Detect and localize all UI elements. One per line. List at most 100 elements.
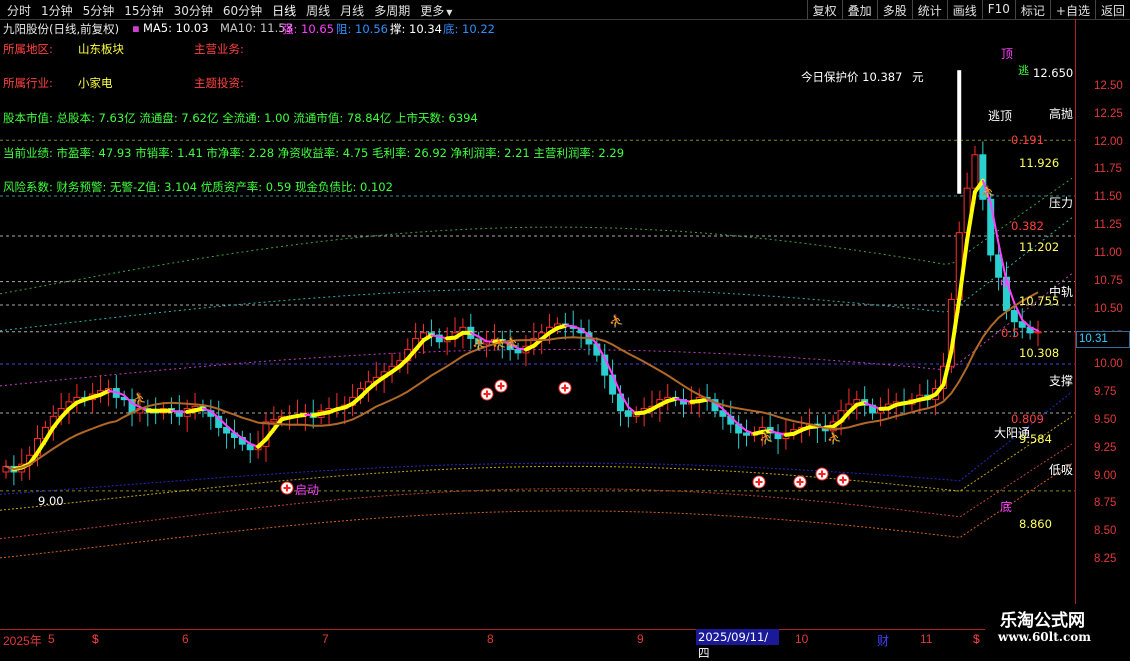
month-9: 9 — [637, 632, 644, 646]
tool-buttons: 复权 叠加 多股 统计 画线 F10 标记 +自选 返回 — [807, 0, 1130, 19]
channel-line — [0, 218, 1072, 331]
channel-line — [0, 274, 1072, 386]
finance-mark: 财 — [877, 632, 889, 649]
tab-more-label: 更多 — [420, 4, 444, 18]
ma5-value: MA5: 10.03 — [143, 21, 209, 35]
level-annotation: 0.191 — [1011, 133, 1044, 147]
ma5-line — [431, 335, 439, 336]
tab-5min[interactable]: 5分钟 — [78, 2, 120, 19]
watermark-url: www.60lt.com — [998, 630, 1091, 644]
label-zhong: 中 — [1000, 275, 1011, 291]
ma5-line — [668, 399, 676, 401]
tab-fenshi[interactable]: 分时 — [2, 2, 36, 19]
month-6: 6 — [182, 632, 189, 646]
dividend-mark: $ — [92, 632, 99, 646]
runner-icon: ⛹ — [609, 313, 624, 328]
y-tick-label: 9.50 — [1094, 414, 1116, 426]
candle-body — [515, 350, 521, 353]
label-zhicheng: 支撑 — [1049, 372, 1073, 389]
tab-daily[interactable]: 日线 — [267, 2, 301, 19]
y-tick-label: 11.50 — [1094, 191, 1122, 203]
qiang-value: 强: 10.65 — [282, 21, 334, 37]
level-annotation: 0.809 — [1011, 412, 1044, 426]
label-ding: 顶 — [1001, 45, 1013, 62]
y-tick-label: 8.25 — [1094, 553, 1116, 565]
level-annotation: 9.584 — [1019, 432, 1052, 446]
runner-icon: ⛹ — [981, 184, 996, 199]
top-toolbar: 分时 1分钟 5分钟 15分钟 30分钟 60分钟 日线 周线 月线 多周期 更… — [0, 0, 1130, 20]
year-label: 2025年 — [3, 632, 42, 649]
level-annotation: 10.755 — [1019, 294, 1059, 308]
candle-body — [1035, 332, 1041, 333]
y-tick-label: 11.25 — [1094, 219, 1122, 231]
fuquan-button[interactable]: 复权 — [807, 0, 842, 19]
y-tick-label: 8.75 — [1094, 497, 1116, 509]
month-11: 11 — [920, 632, 932, 646]
runner-icon: ⛹ — [505, 335, 520, 350]
y-tick-label: 11.75 — [1094, 163, 1122, 175]
tab-15min[interactable]: 15分钟 — [119, 2, 168, 19]
y-tick-label: 12.50 — [1094, 80, 1123, 92]
candlestick-chart[interactable]: ⛹⛹⛹⛹⛹⛹⛹⛹ — [0, 36, 1075, 629]
multi-stock-button[interactable]: 多股 — [877, 0, 912, 19]
draw-line-button[interactable]: 画线 — [947, 0, 982, 19]
dividend-mark-2: $ — [973, 632, 980, 646]
candle-body — [972, 155, 978, 188]
level-annotation: 9.00 — [38, 494, 64, 508]
month-10: 10 — [795, 632, 808, 646]
candle-body — [744, 433, 750, 435]
y-tick-label: 10.75 — [1094, 275, 1123, 287]
chevron-down-icon: ▼ — [444, 8, 452, 17]
watermark-title: 乐淘公式网 — [1000, 606, 1085, 631]
ma5-line — [857, 403, 865, 405]
level-annotation: 11.202 — [1019, 240, 1059, 254]
ma5-line — [557, 326, 565, 328]
month-8: 8 — [487, 632, 494, 646]
ma5-line — [297, 415, 305, 416]
candle-body — [625, 411, 631, 417]
label-yali: 压力 — [1049, 194, 1073, 211]
tab-60min[interactable]: 60分钟 — [218, 2, 267, 19]
level-annotation: 12.650 — [1033, 66, 1073, 80]
level-annotation: 0.382 — [1011, 219, 1044, 233]
label-tao: 逃 — [1018, 62, 1029, 78]
tab-1min[interactable]: 1分钟 — [36, 2, 78, 19]
ma-long-line — [6, 292, 1038, 469]
candle-body — [1011, 311, 1017, 322]
label-di: 底 — [1000, 498, 1012, 515]
ma5-line — [195, 409, 203, 411]
runner-icon: ⛹ — [759, 430, 774, 445]
cheng-value: 撑: 10.34 — [390, 21, 442, 37]
add-watchlist-button[interactable]: +自选 — [1050, 0, 1095, 19]
y-tick-label: 9.75 — [1094, 386, 1116, 398]
runner-icon: ⛹ — [827, 430, 842, 445]
month-5: 5 — [48, 632, 55, 646]
spike-bar — [957, 70, 961, 194]
channel-line — [0, 392, 1072, 495]
tab-multi-period[interactable]: 多周期 — [369, 2, 415, 19]
runner-icon: ⛹ — [472, 336, 487, 351]
overlay-button[interactable]: 叠加 — [842, 0, 877, 19]
tab-30min[interactable]: 30分钟 — [169, 2, 218, 19]
zu-value: 阻: 10.56 — [336, 21, 388, 37]
cursor-date: 2025/09/11/四 — [696, 629, 779, 645]
stats-button[interactable]: 统计 — [912, 0, 947, 19]
time-axis: 2025年 5 6 7 8 9 10 11 $ 财 $ — [0, 629, 1130, 651]
period-tabs: 分时 1分钟 5分钟 15分钟 30分钟 60分钟 日线 周线 月线 多周期 更… — [2, 2, 457, 19]
f10-button[interactable]: F10 — [982, 0, 1015, 19]
tab-weekly[interactable]: 周线 — [301, 2, 335, 19]
label-gaopao: 高抛 — [1049, 105, 1073, 122]
y-tick-label: 12.00 — [1094, 136, 1123, 148]
ma5-line — [171, 411, 179, 412]
mark-button[interactable]: 标记 — [1015, 0, 1050, 19]
label-qidong: 启动 — [295, 481, 319, 498]
channel-line — [0, 444, 1072, 539]
tab-more[interactable]: 更多▼ — [415, 2, 457, 19]
level-annotation: 0.5 — [1001, 326, 1019, 340]
channel-line — [0, 464, 1072, 558]
y-tick-label: 11.00 — [1094, 247, 1122, 259]
tab-monthly[interactable]: 月线 — [335, 2, 369, 19]
back-button[interactable]: 返回 — [1095, 0, 1130, 19]
level-annotation: 10.308 — [1019, 346, 1059, 360]
label-dixi: 低吸 — [1049, 461, 1073, 478]
